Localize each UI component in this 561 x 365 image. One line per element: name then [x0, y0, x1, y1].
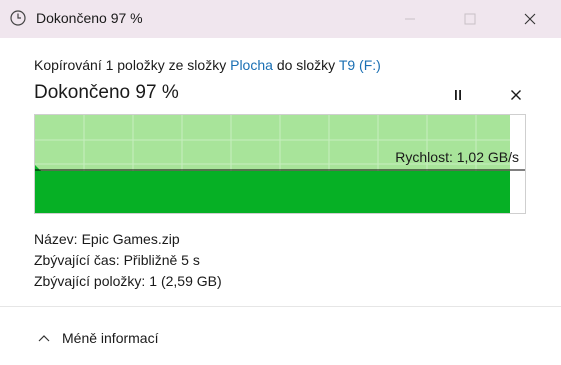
destination-folder-link[interactable]: T9 (F:)	[339, 57, 381, 73]
items-remaining-row: Zbývající položky: 1 (2,59 GB)	[34, 273, 222, 289]
maximize-button[interactable]	[447, 0, 493, 38]
file-name-value: Epic Games.zip	[81, 231, 180, 247]
minimize-button[interactable]	[387, 0, 433, 38]
copy-middle: do složky	[276, 57, 336, 73]
cancel-button[interactable]	[505, 84, 527, 106]
source-folder-link[interactable]: Plocha	[230, 57, 273, 73]
time-remaining-label: Zbývající čas:	[34, 252, 120, 268]
copy-prefix: Kopírování 1 položky ze složky	[34, 57, 227, 73]
copy-dialog: Kopírování 1 položky ze složky Plocha do…	[0, 38, 561, 306]
file-name-label: Název:	[34, 231, 78, 247]
speed-label: Rychlost: 1,02 GB/s	[395, 149, 519, 165]
chevron-up-icon	[38, 335, 50, 342]
pause-icon	[455, 90, 461, 100]
file-name-row: Název: Epic Games.zip	[34, 231, 180, 247]
close-window-button[interactable]	[507, 0, 553, 38]
cancel-icon	[511, 90, 521, 100]
copy-description: Kopírování 1 položky ze složky Plocha do…	[34, 57, 381, 73]
less-details-label: Méně informací	[62, 330, 159, 346]
progress-status-title: Dokončeno 97 %	[34, 82, 179, 103]
window-title: Dokončeno 97 %	[36, 10, 143, 26]
throughput-area	[35, 165, 510, 213]
less-details-toggle[interactable]: Méně informací	[38, 330, 158, 346]
transfer-speed-graph: Rychlost: 1,02 GB/s	[34, 114, 526, 214]
items-remaining-value: 1 (2,59 GB)	[149, 273, 222, 289]
items-remaining-label: Zbývající položky:	[34, 273, 146, 289]
clock-icon	[10, 10, 26, 26]
title-bar: Dokončeno 97 %	[0, 0, 561, 38]
pause-button[interactable]	[447, 84, 469, 106]
time-remaining-value: Přibližně 5 s	[123, 252, 200, 268]
dialog-footer: Méně informací	[0, 306, 561, 365]
time-remaining-row: Zbývající čas: Přibližně 5 s	[34, 252, 200, 268]
